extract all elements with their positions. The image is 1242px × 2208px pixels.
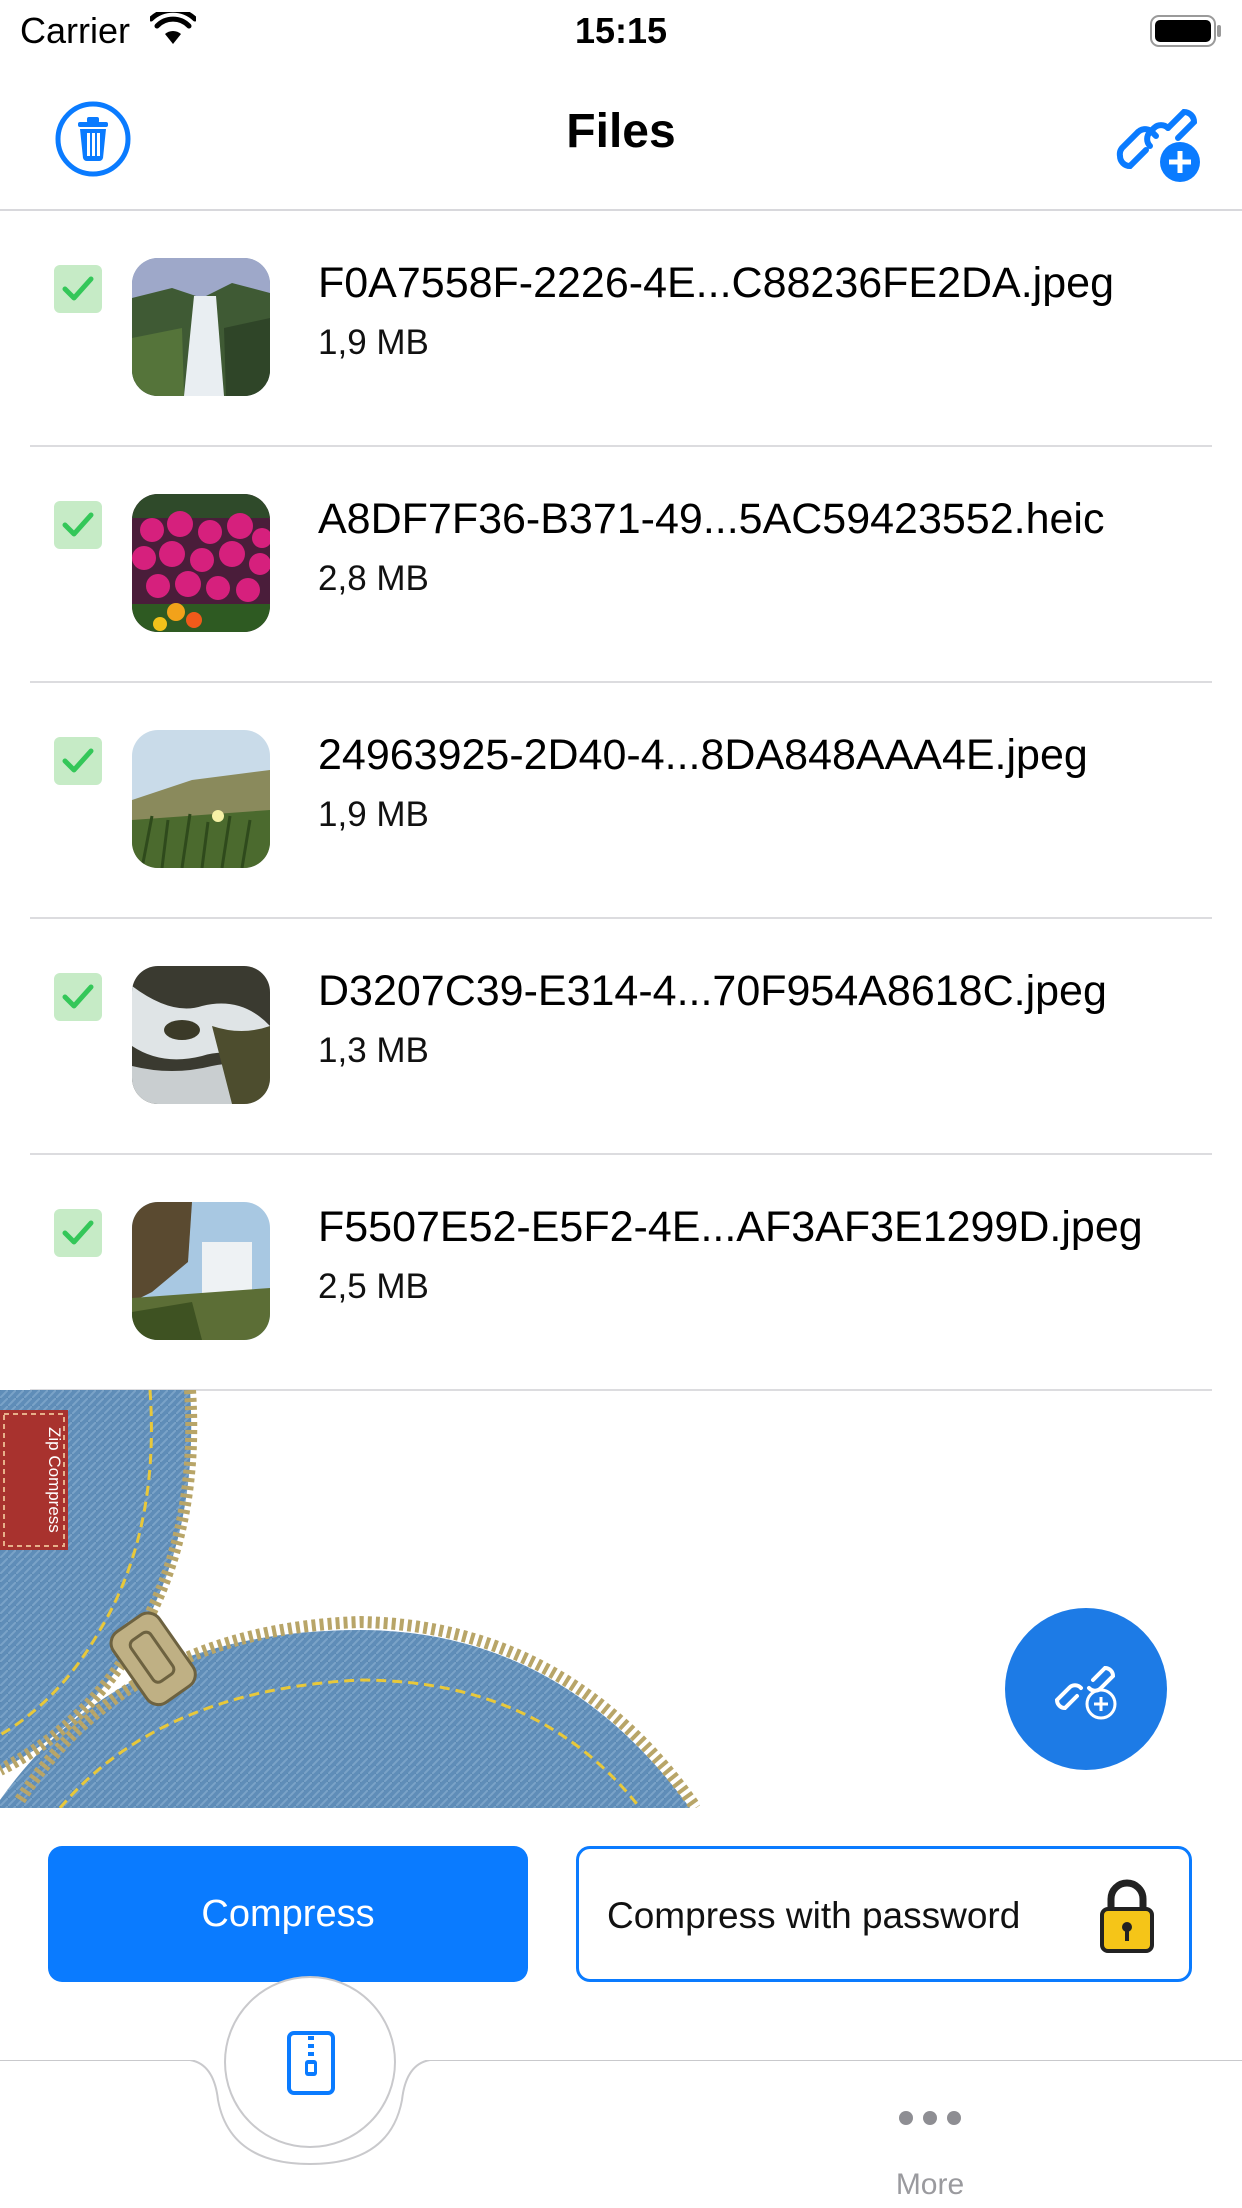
file-row[interactable]: D3207C39-E314-4...70F954A8618C.jpeg 1,3 … bbox=[0, 919, 1242, 1155]
add-link-button[interactable] bbox=[1116, 98, 1202, 184]
file-list: F0A7558F-2226-4E...C88236FE2DA.jpeg 1,9 … bbox=[0, 211, 1242, 1391]
zip-compress-tag-label: Zip Compress bbox=[45, 1427, 64, 1533]
denim-zipper-banner: Zip Compress bbox=[0, 1390, 700, 1808]
lock-icon bbox=[1099, 1877, 1155, 1960]
compress-with-password-label: Compress with password bbox=[607, 1895, 1021, 1936]
file-size: 1,3 MB bbox=[318, 1031, 429, 1070]
checkmark-icon bbox=[62, 512, 94, 537]
file-name: A8DF7F36-B371-49...5AC59423552.heic bbox=[318, 495, 1105, 543]
file-name: F5507E52-E5F2-4E...AF3AF3E1299D.jpeg bbox=[318, 1203, 1143, 1251]
checkmark-icon bbox=[62, 276, 94, 301]
link-add-icon bbox=[1055, 1665, 1117, 1720]
navigation-bar: Files bbox=[0, 62, 1242, 211]
file-size: 2,5 MB bbox=[318, 1267, 429, 1306]
file-name: 24963925-2D40-4...8DA848AAA4E.jpeg bbox=[318, 731, 1088, 779]
link-add-icon bbox=[1116, 108, 1200, 182]
checkbox[interactable] bbox=[54, 265, 102, 313]
thumbnail-stream-image bbox=[132, 966, 270, 1104]
file-size: 2,8 MB bbox=[318, 559, 429, 598]
file-size: 1,9 MB bbox=[318, 323, 429, 362]
thumbnail-flowers-image bbox=[132, 494, 270, 632]
file-row[interactable]: 24963925-2D40-4...8DA848AAA4E.jpeg 1,9 M… bbox=[0, 683, 1242, 919]
file-name: D3207C39-E314-4...70F954A8618C.jpeg bbox=[318, 967, 1107, 1015]
compress-with-password-button[interactable]: Compress with password bbox=[576, 1846, 1192, 1982]
page-title: Files bbox=[566, 105, 676, 158]
checkbox[interactable] bbox=[54, 973, 102, 1021]
battery-icon bbox=[1150, 14, 1222, 53]
checkmark-icon bbox=[62, 1220, 94, 1245]
checkbox[interactable] bbox=[54, 1209, 102, 1257]
thumbnail-grass-image bbox=[132, 730, 270, 868]
checkmark-icon bbox=[62, 984, 94, 1009]
checkmark-icon bbox=[62, 748, 94, 773]
tab-more[interactable] bbox=[898, 2110, 962, 2131]
file-name: F0A7558F-2226-4E...C88236FE2DA.jpeg bbox=[318, 259, 1114, 307]
tab-more-label: More bbox=[895, 2168, 965, 2201]
thumbnail-cliff-waterfall-image bbox=[132, 1202, 270, 1340]
file-size: 1,9 MB bbox=[318, 795, 429, 834]
checkbox[interactable] bbox=[54, 737, 102, 785]
zip-file-icon bbox=[287, 2031, 335, 2095]
file-row[interactable]: A8DF7F36-B371-49...5AC59423552.heic 2,8 … bbox=[0, 447, 1242, 683]
compress-button[interactable]: Compress bbox=[48, 1846, 528, 1982]
tab-compress[interactable] bbox=[224, 1976, 396, 2148]
clock: 15:15 bbox=[574, 10, 668, 51]
checkbox[interactable] bbox=[54, 501, 102, 549]
file-row[interactable]: F5507E52-E5F2-4E...AF3AF3E1299D.jpeg 2,5… bbox=[0, 1155, 1242, 1391]
thumbnail-waterfall-image bbox=[132, 258, 270, 396]
status-bar: Carrier 15:15 bbox=[0, 0, 1242, 62]
add-link-fab[interactable] bbox=[1005, 1608, 1167, 1770]
more-dots-icon bbox=[899, 2111, 961, 2125]
file-row[interactable]: F0A7558F-2226-4E...C88236FE2DA.jpeg 1,9 … bbox=[0, 211, 1242, 447]
